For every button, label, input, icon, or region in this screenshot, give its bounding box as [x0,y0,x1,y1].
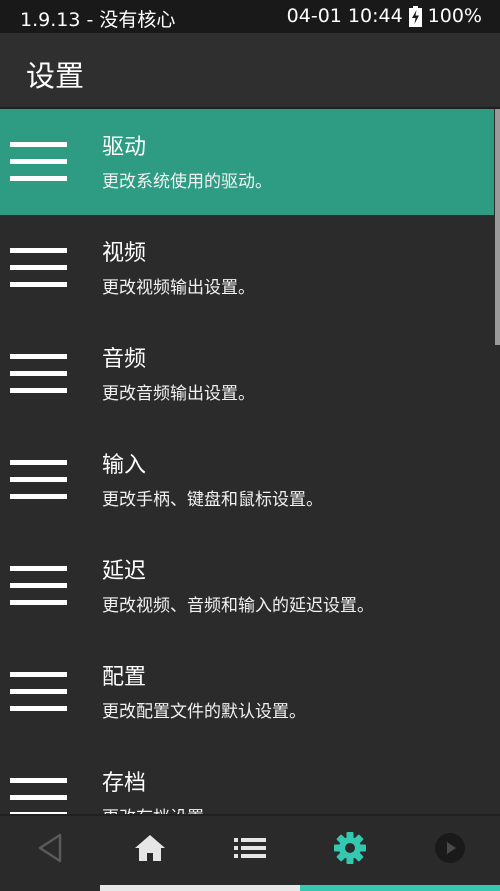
menu-lines-icon [10,248,67,288]
play-circle-icon [434,832,466,868]
nav-indicator-active-segment [300,885,500,891]
list-icon [234,837,266,863]
settings-item-saving[interactable]: 存档 更改存档设置。 [0,745,494,814]
bottom-nav [0,814,500,891]
settings-item-title: 输入 [102,453,147,478]
settings-item-subtitle: 更改存档设置。 [102,803,221,814]
menu-lines-icon [10,460,67,500]
settings-item-title: 驱动 [102,135,147,160]
settings-item-latency[interactable]: 延迟 更改视频、音频和输入的延迟设置。 [0,533,494,639]
page-title: 设置 [26,59,85,93]
settings-item-title: 音频 [102,347,147,372]
settings-item-video[interactable]: 视频 更改视频输出设置。 [0,215,494,321]
menu-lines-icon [10,778,67,814]
settings-item-title: 存档 [102,771,147,796]
nav-indicator-bar [100,885,500,891]
settings-item-subtitle: 更改系统使用的驱动。 [102,172,272,192]
nav-back-button[interactable] [20,828,80,872]
status-right-group: 04-01 10:44 100% [287,5,482,27]
app-bar: 设置 [0,33,500,109]
list-scrollbar[interactable] [495,109,500,345]
settings-item-title: 延迟 [102,559,147,584]
settings-item-subtitle: 更改视频输出设置。 [102,278,255,298]
back-triangle-icon [37,833,63,867]
menu-lines-icon [10,354,67,394]
gear-icon [333,831,367,869]
settings-item-subtitle: 更改音频输出设置。 [102,384,255,404]
settings-item-subtitle: 更改配置文件的默认设置。 [102,702,306,722]
nav-list-button[interactable] [220,828,280,872]
settings-item-subtitle: 更改手柄、键盘和鼠标设置。 [102,490,323,510]
settings-item-title: 视频 [102,241,147,266]
nav-indicator-segment [100,885,300,891]
menu-lines-icon [10,672,67,712]
settings-item-driver[interactable]: 驱动 更改系统使用的驱动。 [0,109,494,215]
nav-run-button[interactable] [420,828,480,872]
settings-item-title: 配置 [102,665,147,690]
nav-settings-button[interactable] [320,828,380,872]
settings-list[interactable]: 驱动 更改系统使用的驱动。 视频 更改视频输出设置。 音频 更改音频输出设置。 … [0,109,500,814]
nav-home-button[interactable] [120,828,180,872]
settings-item-config[interactable]: 配置 更改配置文件的默认设置。 [0,639,494,745]
status-app-version: 1.9.13 - 没有核心 [20,9,176,31]
settings-item-input[interactable]: 输入 更改手柄、键盘和鼠标设置。 [0,427,494,533]
status-clock: 04-01 10:44 [286,5,403,27]
battery-charging-icon [408,5,422,27]
settings-item-subtitle: 更改视频、音频和输入的延迟设置。 [102,596,374,616]
menu-lines-icon [10,142,67,182]
menu-lines-icon [10,566,67,606]
status-bar: 1.9.13 - 没有核心 04-01 10:44 100% [0,0,500,33]
settings-item-audio[interactable]: 音频 更改音频输出设置。 [0,321,494,427]
battery-percent: 100% [427,5,482,27]
home-icon [134,834,166,866]
